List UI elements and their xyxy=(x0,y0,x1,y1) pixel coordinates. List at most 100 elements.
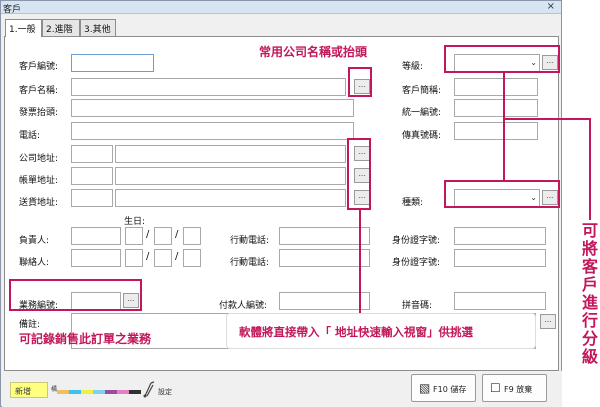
annotation-char: 戶 xyxy=(581,275,598,294)
annotation-callout: 軟體將直接帶入「 地址快速輸入視窗」供挑選 xyxy=(226,313,536,349)
customer-no-label: 客戶編號: xyxy=(19,62,59,72)
company-zip-input[interactable] xyxy=(71,145,113,163)
contact-birth-year[interactable] xyxy=(125,249,143,267)
save-button[interactable]: ▧ F10 儲存 xyxy=(411,374,476,402)
annotation-box-address-pickers xyxy=(347,138,371,210)
shipping-address-input[interactable] xyxy=(115,189,346,207)
annotation-char: 進 xyxy=(581,293,598,312)
annotation-box-sales xyxy=(9,279,142,311)
tab-advanced[interactable]: 2.進階 xyxy=(42,19,80,36)
remark-picker-button[interactable]: ... xyxy=(540,314,556,329)
annotation-char: 行 xyxy=(581,311,598,330)
settings-button[interactable]: 設定 xyxy=(142,378,182,400)
phone-input[interactable] xyxy=(71,122,354,140)
fax-label: 傳真號碼: xyxy=(402,131,442,141)
mode-badge: 新增 xyxy=(10,382,48,398)
short-name-label: 客戶簡稱: xyxy=(402,86,442,96)
annotation-char: 客 xyxy=(581,257,598,276)
grade-label: 等級: xyxy=(402,62,424,72)
responsible-birth-month[interactable] xyxy=(154,227,172,245)
annotation-connector xyxy=(503,118,591,120)
color-swatch[interactable] xyxy=(69,390,81,394)
tax-id-input[interactable] xyxy=(454,99,538,117)
annotation-char: 可 xyxy=(581,221,598,240)
contact-id-input[interactable] xyxy=(454,249,546,267)
payer-no-input[interactable] xyxy=(279,292,370,310)
close-icon[interactable]: × xyxy=(547,1,555,12)
contact-input[interactable] xyxy=(71,249,121,267)
date-separator: / xyxy=(146,251,150,262)
pinyin-input[interactable] xyxy=(454,292,546,310)
annotation-char: 分 xyxy=(581,329,598,348)
responsible-input[interactable] xyxy=(71,227,121,245)
shipping-zip-input[interactable] xyxy=(71,189,113,207)
id-number-label: 身份證字號: xyxy=(392,258,441,268)
annotation-classify: 可 將 客 戶 進 行 分 級 xyxy=(581,222,599,366)
responsible-label: 負責人: xyxy=(19,236,50,246)
responsible-birth-day[interactable] xyxy=(183,227,201,245)
annotation-box-category xyxy=(444,180,560,208)
company-address-label: 公司地址: xyxy=(19,154,59,164)
annotation-sales: 可記錄銷售此訂單之業務 xyxy=(19,332,152,346)
invoice-title-label: 發票抬頭: xyxy=(19,108,59,118)
short-name-input[interactable] xyxy=(454,78,538,96)
color-swatch[interactable] xyxy=(57,390,69,394)
contact-mobile-input[interactable] xyxy=(279,249,370,267)
annotation-char: 將 xyxy=(581,239,598,258)
customer-name-input[interactable] xyxy=(71,78,346,96)
remark-label: 備註: xyxy=(19,320,41,330)
annotation-common-names: 常用公司名稱或抬頭 xyxy=(259,45,368,59)
settings-label: 設定 xyxy=(158,388,172,396)
window-title: 客戶 xyxy=(3,5,22,15)
date-separator: / xyxy=(175,251,179,262)
shipping-address-label: 送貨地址: xyxy=(19,198,59,208)
tab-other[interactable]: 3.其他 xyxy=(80,19,116,36)
annotation-char: 級 xyxy=(581,347,598,366)
fax-input[interactable] xyxy=(454,122,538,140)
cancel-label: F9 放棄 xyxy=(504,385,533,394)
id-number-label: 身份證字號: xyxy=(392,236,441,246)
mobile-label: 行動電話: xyxy=(230,236,270,246)
annotation-connector xyxy=(503,72,505,181)
contact-birth-day[interactable] xyxy=(183,249,201,267)
customer-no-input[interactable] xyxy=(71,54,154,72)
annotation-box-name-picker xyxy=(348,67,372,97)
annotation-box-grade xyxy=(444,45,560,73)
contact-birth-month[interactable] xyxy=(154,249,172,267)
responsible-mobile-input[interactable] xyxy=(279,227,370,245)
annotation-connector xyxy=(589,118,591,220)
color-swatch[interactable] xyxy=(129,390,141,394)
annotation-connector xyxy=(359,210,361,313)
color-swatch[interactable] xyxy=(81,390,93,394)
mobile-label: 行動電話: xyxy=(230,258,270,268)
date-separator: / xyxy=(175,229,179,240)
invoice-title-input[interactable] xyxy=(71,99,354,117)
responsible-id-input[interactable] xyxy=(454,227,546,245)
save-label: F10 儲存 xyxy=(433,385,467,394)
tools-icon xyxy=(143,381,155,398)
billing-zip-input[interactable] xyxy=(71,167,113,185)
color-swatch[interactable] xyxy=(93,390,105,394)
payer-no-label: 付款人編號: xyxy=(219,301,268,311)
cancel-button[interactable]: ☐ F9 放棄 xyxy=(482,374,547,402)
billing-address-label: 帳單地址: xyxy=(19,176,59,186)
responsible-birth-year[interactable] xyxy=(125,227,143,245)
contact-label: 聯絡人: xyxy=(19,258,50,268)
color-swatch[interactable] xyxy=(117,390,129,394)
color-swatch[interactable] xyxy=(105,390,117,394)
annotation-address-window: 軟體將直接帶入「 地址快速輸入視窗」供挑選 xyxy=(239,325,474,339)
company-address-input[interactable] xyxy=(115,145,346,163)
cancel-icon: ☐ xyxy=(490,381,501,395)
tax-id-label: 統一編號: xyxy=(402,108,442,118)
pinyin-label: 拼音碼: xyxy=(402,301,433,311)
date-separator: / xyxy=(146,229,150,240)
billing-address-input[interactable] xyxy=(115,167,346,185)
save-icon: ▧ xyxy=(419,381,431,395)
customer-name-label: 客戶名稱: xyxy=(19,86,59,96)
birthday-label: 生日: xyxy=(124,217,146,227)
phone-label: 電話: xyxy=(19,131,41,141)
tab-general[interactable]: 1.一般 xyxy=(5,19,42,37)
category-label: 種類: xyxy=(402,198,424,208)
title-bar: 客戶 × xyxy=(1,1,561,15)
bottom-toolbar: 新增 橘 設定 ▧ F10 儲存 ☐ F9 放棄 xyxy=(2,371,562,407)
